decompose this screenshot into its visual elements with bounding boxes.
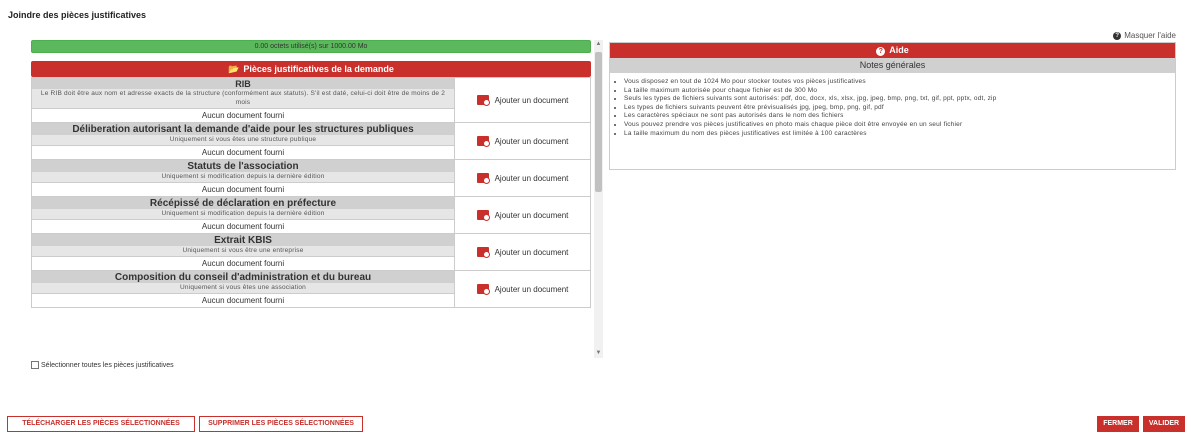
document-name: Récépissé de déclaration en préfecture	[32, 197, 454, 209]
add-document-label: Ajouter un document	[494, 95, 569, 105]
add-document-label: Ajouter un document	[494, 173, 569, 183]
document-description: Le RIB doit être aux nom et adresse exac…	[32, 89, 454, 108]
note-item: Les types de fichiers suivants peuvent ê…	[624, 104, 1175, 113]
document-status: Aucun document fourni	[32, 108, 454, 122]
scrollbar-thumb[interactable]	[595, 52, 602, 192]
document-description: Uniquement si vous êtes une association	[32, 283, 454, 293]
add-folder-icon	[476, 136, 490, 147]
question-circle-icon: ?	[876, 47, 886, 56]
document-name: Extrait KBIS	[32, 234, 454, 246]
document-status: Aucun document fourni	[32, 145, 454, 159]
scroll-down-arrow-icon[interactable]: ▼	[594, 349, 603, 358]
add-document-label: Ajouter un document	[494, 284, 569, 294]
add-document-label: Ajouter un document	[494, 247, 569, 257]
add-folder-icon	[476, 284, 490, 295]
add-document-label: Ajouter un document	[494, 210, 569, 220]
note-item: Les caractères spéciaux ne sont pas auto…	[624, 112, 1175, 121]
add-document-button[interactable]: Ajouter un document	[476, 247, 569, 258]
add-document-label: Ajouter un document	[494, 136, 569, 146]
select-all-checkbox[interactable]	[31, 361, 39, 369]
note-item: Vous disposez en tout de 1024 Mo pour st…	[624, 78, 1175, 87]
add-document-button[interactable]: Ajouter un document	[476, 210, 569, 221]
delete-selected-button[interactable]: SUPPRIMER LES PIÈCES SÉLECTIONNÉES	[199, 416, 363, 432]
section-header: 📂 Pièces justificatives de la demande	[31, 61, 591, 77]
add-document-button[interactable]: Ajouter un document	[476, 95, 569, 106]
document-status: Aucun document fourni	[32, 256, 454, 270]
document-row-conseil: Composition du conseil d'administration …	[31, 271, 591, 308]
note-item: La taille maximum autorisée pour chaque …	[624, 87, 1175, 96]
document-status: Aucun document fourni	[32, 293, 454, 307]
help-title: Aide	[889, 45, 909, 55]
folder-open-icon: 📂	[228, 64, 240, 74]
vertical-scrollbar[interactable]: ▲ ▼	[594, 40, 603, 358]
help-panel: ?Aide Notes générales Vous disposez en t…	[609, 42, 1176, 170]
document-row-deliberation: Déliberation autorisant la demande d'aid…	[31, 123, 591, 160]
hide-help-label: Masquer l'aide	[1124, 31, 1176, 40]
notes-header: Notes générales	[610, 58, 1175, 73]
validate-button[interactable]: VALIDER	[1143, 416, 1185, 432]
document-description: Uniquement si modification depuis la der…	[32, 209, 454, 219]
download-selected-button[interactable]: TÉLÉCHARGER LES PIÈCES SÉLECTIONNÉES	[7, 416, 195, 432]
add-document-button[interactable]: Ajouter un document	[476, 173, 569, 184]
document-status: Aucun document fourni	[32, 219, 454, 233]
note-item: Seuls les types de fichiers suivants son…	[624, 95, 1175, 104]
document-row-statuts: Statuts de l'association Uniquement si m…	[31, 160, 591, 197]
scroll-up-arrow-icon[interactable]: ▲	[594, 40, 603, 49]
page-title: Joindre des pièces justificatives	[8, 10, 147, 20]
hide-help-link[interactable]: ? Masquer l'aide	[1113, 31, 1176, 40]
section-title: Pièces justificatives de la demande	[243, 64, 394, 74]
storage-usage-bar: 0.00 octets utilisé(s) sur 1000.00 Mo	[31, 40, 591, 53]
document-name: RIB	[32, 78, 454, 89]
document-status: Aucun document fourni	[32, 182, 454, 196]
documents-panel: 0.00 octets utilisé(s) sur 1000.00 Mo 📂 P…	[31, 40, 603, 358]
note-item: Vous pouvez prendre vos pièces justifica…	[624, 121, 1175, 130]
add-document-button[interactable]: Ajouter un document	[476, 136, 569, 147]
add-document-button[interactable]: Ajouter un document	[476, 284, 569, 295]
document-name: Composition du conseil d'administration …	[32, 271, 454, 283]
help-header: ? Aide	[610, 43, 1175, 58]
document-description: Uniquement si modification depuis la der…	[32, 172, 454, 182]
document-description: Uniquement si vous être une entreprise	[32, 246, 454, 256]
document-row-rib: RIB Le RIB doit être aux nom et adresse …	[31, 77, 591, 123]
question-circle-icon: ?	[1113, 31, 1122, 40]
document-row-kbis: Extrait KBIS Uniquement si vous être une…	[31, 234, 591, 271]
close-button[interactable]: FERMER	[1097, 416, 1139, 432]
select-all-row[interactable]: Sélectionner toutes les pièces justifica…	[31, 361, 174, 369]
select-all-label: Sélectionner toutes les pièces justifica…	[41, 361, 174, 369]
add-folder-icon	[476, 173, 490, 184]
notes-list: Vous disposez en tout de 1024 Mo pour st…	[610, 73, 1175, 138]
add-folder-icon	[476, 95, 490, 106]
add-folder-icon	[476, 247, 490, 258]
document-name: Statuts de l'association	[32, 160, 454, 172]
add-folder-icon	[476, 210, 490, 221]
documents-scroll-area[interactable]: 0.00 octets utilisé(s) sur 1000.00 Mo 📂 P…	[31, 40, 591, 358]
document-list: RIB Le RIB doit être aux nom et adresse …	[31, 77, 591, 308]
document-description: Uniquement si vous êtes une structure pu…	[32, 135, 454, 145]
document-name: Déliberation autorisant la demande d'aid…	[32, 123, 454, 135]
note-item: La taille maximum du nom des pièces just…	[624, 130, 1175, 139]
document-row-recepisse: Récépissé de déclaration en préfecture U…	[31, 197, 591, 234]
